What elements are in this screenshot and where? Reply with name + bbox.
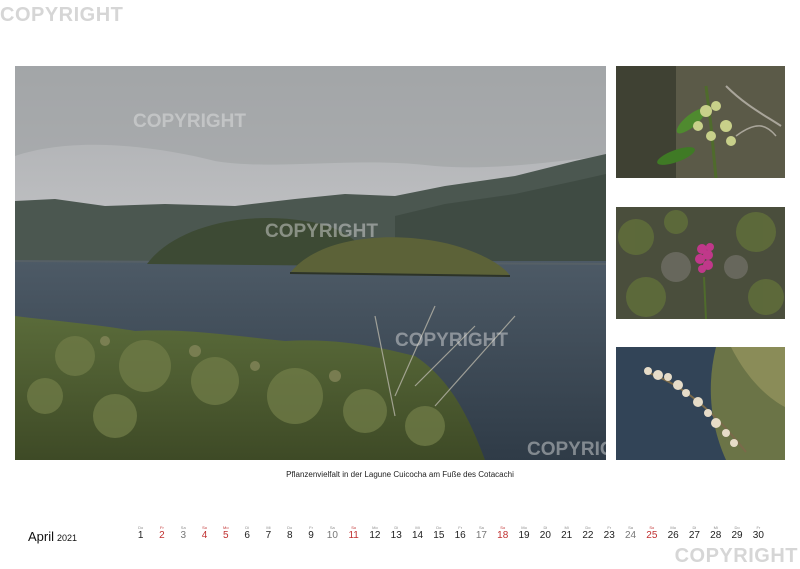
calendar-day: So 11: [343, 525, 364, 542]
day-number: 7: [265, 530, 272, 541]
day-number: 20: [539, 530, 551, 541]
month-year-label: April 2021: [28, 528, 77, 546]
calendar-day: Do 22: [577, 525, 598, 542]
calendar-day: Mo 12: [364, 525, 385, 542]
day-number: 8: [286, 530, 293, 541]
day-number: 13: [390, 530, 402, 541]
day-number: 23: [603, 530, 615, 541]
calendar-day: Di 27: [684, 525, 705, 542]
photo-watermark: COPYRIGHT: [133, 111, 246, 132]
day-number: 10: [326, 530, 338, 541]
day-number: 11: [348, 530, 359, 541]
calendar-day: Mi 14: [407, 525, 428, 542]
day-number: 5: [223, 530, 229, 541]
day-number: 19: [518, 530, 530, 541]
calendar-day: Sa 17: [471, 525, 492, 542]
calendar-day: Fr 23: [599, 525, 620, 542]
day-number: 26: [667, 530, 679, 541]
watermark-bottom-right: COPYRIGHT: [674, 545, 798, 567]
day-number: 22: [582, 530, 594, 541]
calendar-day: So 18: [492, 525, 513, 542]
calendar-day: So 25: [641, 525, 662, 542]
day-number: 21: [561, 530, 573, 541]
day-number: 17: [475, 530, 487, 541]
calendar-day: Mi 28: [705, 525, 726, 542]
day-number: 6: [244, 530, 250, 541]
day-number: 16: [454, 530, 466, 541]
calendar-day: Di 6: [237, 525, 258, 542]
year-label: 2021: [57, 533, 78, 543]
calendar-day: Fr 2: [151, 525, 172, 542]
calendar-day: Fr 16: [450, 525, 471, 542]
thumbnail-white-flowers: [616, 347, 785, 460]
day-number: 28: [710, 530, 722, 541]
calendar-day: Di 20: [535, 525, 556, 542]
day-number: 3: [180, 530, 187, 541]
photo-caption: Pflanzenvielfalt in der Lagune Cuicocha …: [286, 470, 514, 479]
day-number: 14: [411, 530, 424, 541]
calendar-day: Di 13: [386, 525, 407, 542]
calendar-day: Mi 21: [556, 525, 577, 542]
thumbnail-green-plant: [616, 66, 785, 178]
day-number: 30: [752, 530, 764, 541]
day-number: 25: [646, 530, 658, 541]
calendar-day: Sa 10: [322, 525, 343, 542]
green-plant-image: [616, 66, 785, 178]
photo-watermark: COPYRIGHT: [265, 221, 378, 242]
calendar-day: Do 8: [279, 525, 300, 542]
calendar-day: Sa 24: [620, 525, 641, 542]
calendar-day: Mo 19: [513, 525, 534, 542]
calendar-day: Fr 30: [748, 525, 769, 542]
day-number: 24: [624, 530, 637, 541]
day-number: 27: [688, 530, 700, 541]
calendar-day: Mo 26: [663, 525, 684, 542]
calendar-day: Do 29: [726, 525, 747, 542]
watermark-top-left: COPYRIGHT: [0, 4, 124, 26]
calendar-day: Mi 7: [258, 525, 279, 542]
calendar-day: Do 1: [130, 525, 151, 542]
white-flowers-lake-image: [616, 347, 785, 460]
month-name: April: [28, 529, 55, 544]
calendar-day: So 4: [194, 525, 215, 542]
day-number: 2: [159, 530, 165, 541]
photo-watermark: COPYRIGHT: [527, 439, 606, 460]
calendar-day: Do 15: [428, 525, 449, 542]
pink-orchid-image: [616, 207, 785, 319]
day-number: 18: [497, 530, 509, 541]
calendar-days-strip: Do 1 Fr 2 Sa 3 So 4 Mo 5 Di 6 Mi 7 Do 8 Fr 9 Sa 10 So 11 Mo 12 D…: [130, 525, 770, 545]
main-lake-photo: COPYRIGHT COPYRIGHT COPYRIGHT COPYRIGHT: [15, 66, 606, 460]
calendar-day: Sa 3: [173, 525, 194, 542]
day-number: 4: [201, 530, 208, 541]
day-number: 1: [137, 530, 144, 541]
day-number: 29: [731, 530, 743, 541]
photo-watermark: COPYRIGHT: [395, 330, 508, 351]
day-number: 15: [433, 530, 445, 541]
thumbnail-pink-orchid: [616, 207, 785, 319]
day-number: 9: [308, 530, 314, 541]
lake-landscape-image: [15, 66, 606, 460]
calendar-day: Mo 5: [215, 525, 236, 542]
calendar-day: Fr 9: [300, 525, 321, 542]
day-number: 12: [369, 530, 381, 541]
